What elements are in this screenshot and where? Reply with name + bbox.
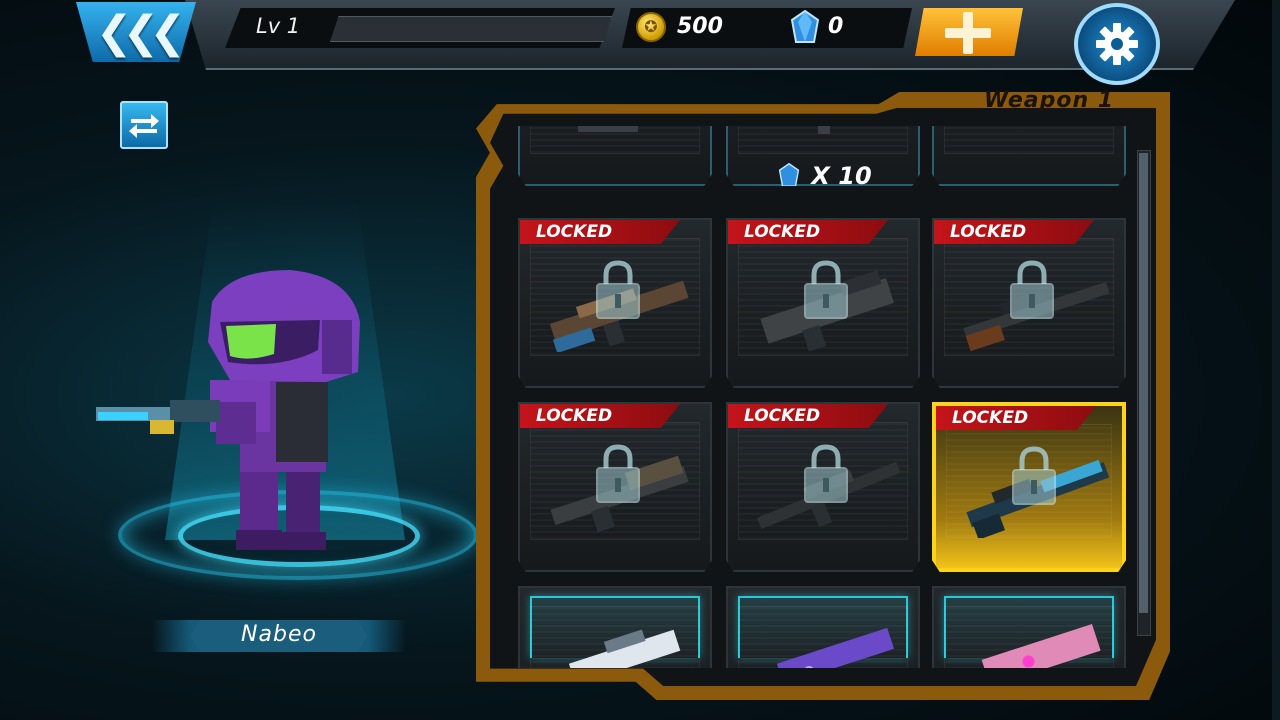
coin-count: 500 [677, 14, 723, 39]
weapon-slot-top-1[interactable] [518, 126, 712, 186]
locked-badge: LOCKED [520, 220, 680, 244]
locked-badge: LOCKED [936, 406, 1096, 430]
top-bar: ❮❮❮ Lv 1 ✪ 500 0 [0, 0, 1280, 85]
back-button[interactable]: ❮❮❮ [76, 2, 196, 62]
weapon-slot-r2-c3-selected[interactable]: LOCKED [932, 402, 1126, 572]
weapon-price-label: X 10 [811, 162, 872, 190]
weapon-list-scrollbar[interactable] [1137, 150, 1151, 636]
weapon-icon [568, 629, 681, 668]
locked-badge: LOCKED [934, 220, 1094, 244]
weapon-slot-r1-c2[interactable]: LOCKED [726, 218, 920, 388]
soldier-character [96, 270, 360, 550]
locked-badge: LOCKED [520, 404, 680, 428]
character-name: Nabeo [241, 622, 317, 647]
xp-progress-bar [330, 16, 612, 42]
weapon-icon [981, 624, 1101, 668]
weapon-icon [578, 126, 638, 132]
swap-arrows-icon [129, 114, 159, 138]
screen-edge [1272, 0, 1280, 720]
settings-button[interactable] [1074, 3, 1160, 85]
gem-count: 0 [828, 14, 844, 39]
lock-icon [804, 444, 848, 503]
coin-icon: ✪ [636, 12, 666, 42]
weapon-slot-r1-c1[interactable]: LOCKED [518, 218, 712, 388]
lock-icon [804, 260, 848, 319]
weapon-slot-bottom-1[interactable] [518, 586, 712, 668]
weapon-icon [952, 126, 1112, 204]
lock-icon [1012, 446, 1056, 505]
weapon-panel-title: Weapon 1 [984, 88, 1115, 113]
gem-icon [790, 10, 820, 43]
weapon-slot-bottom-2[interactable] [726, 586, 920, 668]
back-arrows-icon: ❮❮❮ [95, 6, 187, 58]
gear-icon [1096, 23, 1138, 65]
weapon-grid[interactable]: X 10 LOCKED LOCKED LOCKED LOCKED LOCKED … [514, 126, 1130, 668]
lock-icon [1010, 260, 1054, 319]
level-label: Lv 1 [256, 14, 301, 38]
weapon-price: X 10 [728, 162, 920, 190]
weapon-slot-top-3[interactable] [932, 126, 1126, 186]
weapon-slot-bottom-3[interactable] [932, 586, 1126, 668]
weapon-slot-r2-c1[interactable]: LOCKED [518, 402, 712, 572]
locked-badge: LOCKED [728, 404, 888, 428]
weapon-slot-top-2[interactable]: X 10 [726, 126, 920, 186]
weapon-slot-r2-c2[interactable]: LOCKED [726, 402, 920, 572]
gem-icon [779, 162, 800, 186]
swap-character-button[interactable] [120, 101, 168, 149]
lock-icon [596, 444, 640, 503]
weapon-slot-r1-c3[interactable]: LOCKED [932, 218, 1126, 388]
locked-badge: LOCKED [728, 220, 888, 244]
lock-icon [596, 260, 640, 319]
add-currency-button[interactable] [915, 8, 1023, 56]
scrollbar-thumb[interactable] [1139, 153, 1148, 613]
weapon-icon [776, 627, 895, 668]
